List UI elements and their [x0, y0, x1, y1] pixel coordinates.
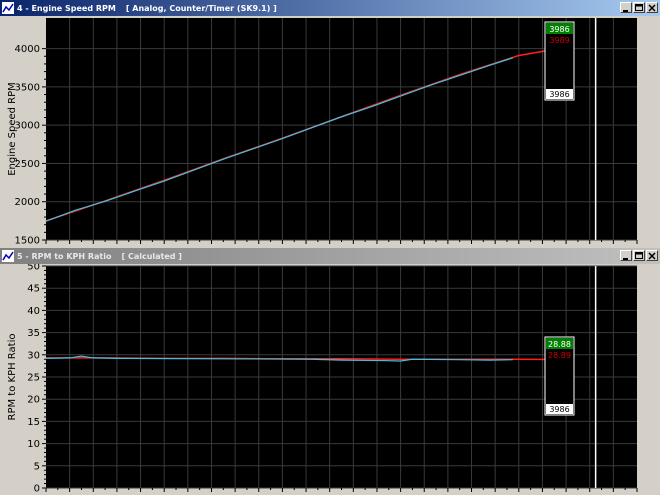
- rpm-kph-ratio-chart[interactable]: 0 5 10 15 20 25 30 35 40 45 50 RPM to KPH Ratio 28.8…: [0, 264, 660, 495]
- y-tick-label: 4000: [15, 44, 40, 55]
- y-tick-label: 25: [27, 373, 40, 384]
- maximize-icon: [635, 4, 643, 11]
- minimize-icon: [623, 10, 628, 12]
- y-axis-label: Engine Speed RPM: [7, 82, 18, 176]
- engine-speed-titlebar[interactable]: 4 - Engine Speed RPM [ Analog, Counter/T…: [0, 0, 660, 16]
- close-icon: [648, 252, 656, 260]
- y-tick-label: 30: [27, 350, 40, 361]
- y-tick-label: 10: [27, 439, 40, 450]
- rpm-kph-titlebar[interactable]: 5 - RPM to KPH Ratio [ Calculated ]: [0, 248, 660, 264]
- close-icon: [648, 4, 656, 12]
- readout-top-value: 3986: [549, 25, 569, 34]
- y-tick-label: 5: [34, 461, 40, 472]
- maximize-button[interactable]: [633, 2, 645, 13]
- y-tick-label: 0: [34, 484, 40, 495]
- window-source: [ Analog, Counter/Timer (SK9.1) ]: [125, 3, 277, 13]
- readout-bottom-value: 3986: [549, 405, 569, 414]
- y-tick-label: 45: [27, 284, 40, 295]
- y-tick-label: 3000: [15, 121, 40, 132]
- readout-top-value: 28.88: [548, 340, 571, 349]
- window-title: 5 - RPM to KPH Ratio: [17, 251, 112, 261]
- y-tick-label: 2000: [15, 197, 40, 208]
- y-tick-label: 2500: [15, 159, 40, 170]
- minimize-button[interactable]: [620, 250, 632, 261]
- close-button[interactable]: [646, 2, 658, 13]
- minimize-button[interactable]: [620, 2, 632, 13]
- y-tick-label: 1500: [15, 236, 40, 247]
- readout-bottom-value: 3986: [549, 90, 569, 99]
- maximize-icon: [635, 252, 643, 259]
- window-source: [ Calculated ]: [121, 251, 182, 261]
- y-tick-label: 50: [27, 264, 40, 273]
- app-chart-icon: [2, 2, 14, 14]
- window-title: 4 - Engine Speed RPM: [17, 3, 116, 13]
- engine-speed-window: 4 - Engine Speed RPM [ Analog, Counter/T…: [0, 0, 660, 247]
- readout-mid-value: 3989: [549, 36, 569, 45]
- y-tick-label: 20: [27, 395, 40, 406]
- minimize-icon: [623, 258, 628, 260]
- readout-mid-value: 28.89: [548, 351, 571, 360]
- y-axis-label: RPM to KPH Ratio: [7, 334, 18, 421]
- y-tick-label: 40: [27, 306, 40, 317]
- maximize-button[interactable]: [633, 250, 645, 261]
- y-tick-label: 3500: [15, 82, 40, 93]
- app-chart-icon: [2, 250, 14, 262]
- y-tick-label: 15: [27, 417, 40, 428]
- y-tick-label: 35: [27, 328, 40, 339]
- rpm-kph-ratio-window: 5 - RPM to KPH Ratio [ Calculated ] 0 5 10…: [0, 248, 660, 495]
- close-button[interactable]: [646, 250, 658, 261]
- engine-speed-chart[interactable]: 1500 2000 2500 3000 3500 4000 Engine Speed RPM…: [0, 16, 660, 247]
